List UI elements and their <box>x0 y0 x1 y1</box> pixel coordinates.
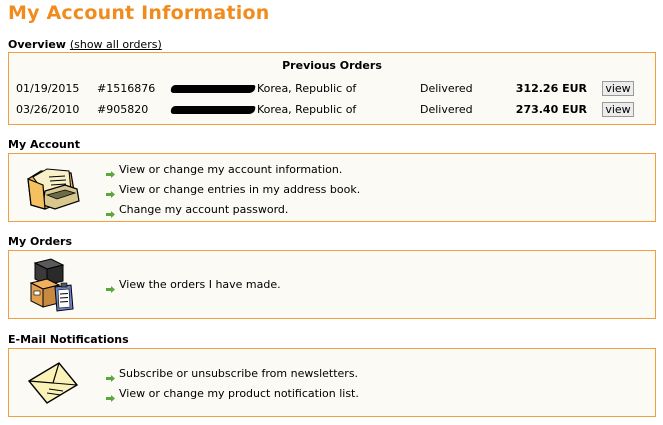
my-orders-box: View the orders I have made. <box>8 250 656 319</box>
my-account-links: View or change my account information. V… <box>106 161 360 221</box>
account-info-link[interactable]: View or change my account information. <box>106 161 360 181</box>
my-account-box: View or change my account information. V… <box>8 153 656 222</box>
email-notifications-box: Subscribe or unsubscribe from newsletter… <box>8 348 656 417</box>
overview-label: Overview <box>8 38 66 51</box>
order-number: #1516876 <box>97 82 156 95</box>
arrow-right-icon <box>106 166 115 178</box>
order-date: 01/19/2015 <box>16 82 80 95</box>
page-title: My Account Information <box>8 2 270 24</box>
order-status: Delivered <box>420 82 473 95</box>
my-orders-links: View the orders I have made. <box>106 276 281 296</box>
order-status: Delivered <box>420 103 473 116</box>
email-notifications-heading: E-Mail Notifications <box>8 333 129 346</box>
order-row: 03/26/2010 #905820 Korea, Republic of De… <box>9 101 657 119</box>
arrow-right-icon <box>106 281 115 293</box>
my-orders-heading: My Orders <box>8 235 73 248</box>
arrow-right-icon <box>106 370 115 382</box>
change-password-link[interactable]: Change my account password. <box>106 201 360 221</box>
order-total: 312.26 EUR <box>515 82 587 95</box>
redacted-name <box>170 83 256 95</box>
order-history-link[interactable]: View the orders I have made. <box>106 276 281 296</box>
view-order-button[interactable]: view <box>602 102 634 117</box>
boxes-clipboard-icon <box>25 257 81 319</box>
arrow-right-icon <box>106 186 115 198</box>
order-total: 273.40 EUR <box>515 103 587 116</box>
overview-heading: Overview (show all orders) <box>8 38 162 51</box>
product-notifications-link[interactable]: View or change my product notification l… <box>106 385 359 405</box>
previous-orders-title: Previous Orders <box>282 59 382 72</box>
view-order-button[interactable]: view <box>602 81 634 96</box>
newsletters-link[interactable]: Subscribe or unsubscribe from newsletter… <box>106 365 359 385</box>
email-notifications-links: Subscribe or unsubscribe from newsletter… <box>106 365 359 405</box>
envelope-icon <box>25 359 81 411</box>
previous-orders-box: Previous Orders 01/19/2015 #1516876 Kore… <box>8 52 656 125</box>
redacted-name <box>170 104 256 116</box>
folder-documents-icon <box>25 165 81 217</box>
order-date: 03/26/2010 <box>16 103 80 116</box>
my-account-heading: My Account <box>8 138 80 151</box>
order-row: 01/19/2015 #1516876 Korea, Republic of D… <box>9 80 657 98</box>
order-country: Korea, Republic of <box>257 82 357 95</box>
address-book-link[interactable]: View or change entries in my address boo… <box>106 181 360 201</box>
order-country: Korea, Republic of <box>257 103 357 116</box>
order-number: #905820 <box>97 103 149 116</box>
arrow-right-icon <box>106 390 115 402</box>
show-all-orders-link[interactable]: (show all orders) <box>70 38 162 51</box>
arrow-right-icon <box>106 206 115 218</box>
